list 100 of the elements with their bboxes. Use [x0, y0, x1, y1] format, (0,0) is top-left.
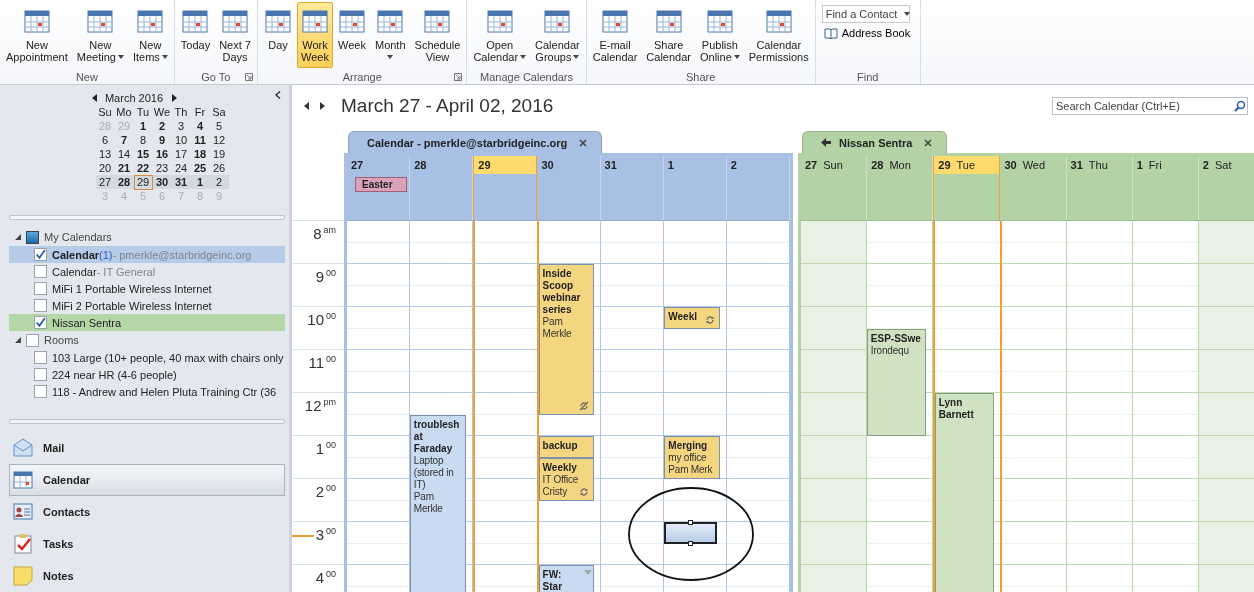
day-column[interactable]: Inside Scoop webinar series Pam Merkle backup Weekly IT Office Cristy FW: Star	[538, 221, 602, 592]
date-cell[interactable]: 15	[133, 147, 153, 161]
date-cell[interactable]: 18	[190, 147, 210, 161]
find-contact-field[interactable]: Find a Contact	[821, 5, 910, 23]
checkbox[interactable]	[34, 316, 47, 329]
calendar-name[interactable]: MiFi 1 Portable Wireless Internet	[52, 282, 212, 295]
ribbon-button[interactable]: New Meeting	[72, 2, 128, 68]
day-column[interactable]: troublesh at Faraday Laptop (stored in IT) Pam Merkle	[409, 221, 473, 592]
calendar-name[interactable]: 103 Large (10+ people, 40 max with chairs only	[52, 351, 284, 364]
calendar-name[interactable]: Nissan Sentra	[52, 316, 122, 329]
date-cell[interactable]: 27	[95, 175, 115, 189]
checkbox[interactable]	[34, 299, 47, 312]
appointment[interactable]: troublesh at Faraday Laptop (stored in IT) Pam Merkle	[409, 414, 466, 592]
ribbon-button[interactable]: Day	[259, 2, 296, 68]
nav-item[interactable]: Mail	[9, 432, 285, 464]
date-cell[interactable]: 17	[171, 147, 191, 161]
expand-icon[interactable]	[15, 234, 21, 240]
previous-month-icon[interactable]	[91, 94, 97, 102]
ribbon-button[interactable]: Publish Online	[696, 2, 744, 68]
date-cell[interactable]: 26	[209, 161, 229, 175]
calendar-item-highlight[interactable]: Nissan Sentra	[9, 314, 285, 331]
checkbox[interactable]	[34, 385, 47, 398]
date-cell[interactable]: 2	[152, 119, 172, 133]
calendar-name[interactable]: Calendar(1)- pmerkle@starbridgeinc.org	[52, 248, 252, 261]
calendar-tab[interactable]: Nissan Sentra	[802, 131, 948, 153]
date-cell[interactable]: 30	[152, 175, 172, 189]
ribbon-button[interactable]: Calendar Permissions	[744, 2, 813, 68]
launcher-icon[interactable]	[454, 73, 463, 81]
ribbon-button[interactable]: E-mail Calendar	[588, 2, 642, 68]
date-cell[interactable]: 12	[209, 133, 229, 147]
day-column[interactable]: Weekl Merging my office Pam Merk	[664, 221, 728, 592]
previous-week-icon[interactable]	[304, 101, 309, 110]
calendar-tab[interactable]: Calendar - pmerkle@starbridgeinc.org	[348, 131, 603, 153]
nav-item[interactable]: Calendar	[9, 464, 285, 496]
date-cell[interactable]: 7	[114, 133, 134, 147]
date-cell[interactable]: 16	[152, 147, 172, 161]
collapse-icon[interactable]	[275, 91, 281, 99]
date-cell[interactable]: 4	[190, 119, 210, 133]
ribbon-button[interactable]: Share Calendar	[642, 2, 695, 68]
folder-label[interactable]: Rooms	[44, 334, 79, 346]
date-cell[interactable]: 5	[209, 119, 229, 133]
date-cell[interactable]: 21	[114, 161, 134, 175]
launcher-icon[interactable]	[244, 73, 253, 81]
day-column[interactable]: ESP-SSwe Irondequ	[866, 221, 933, 592]
appointment[interactable]: Merging my office Pam Merk	[664, 436, 721, 479]
appointment[interactable]: Weekl	[664, 307, 721, 329]
date-cell[interactable]: 8	[133, 133, 153, 147]
ribbon-button[interactable]: Next 7 Days	[215, 2, 255, 68]
close-icon[interactable]	[924, 138, 933, 147]
date-cell[interactable]: 11	[190, 133, 210, 147]
appointment[interactable]: FW: Star	[538, 565, 595, 592]
day-column[interactable]: Lynn Barnett	[932, 221, 1002, 592]
date-cell[interactable]: 22	[133, 161, 153, 175]
date-cell[interactable]: 24	[171, 161, 191, 175]
expand-icon[interactable]	[15, 337, 21, 343]
date-cell[interactable]: 3	[171, 119, 191, 133]
ribbon-button[interactable]: Today	[176, 2, 215, 68]
nav-item[interactable]: Notes	[9, 560, 285, 592]
checkbox[interactable]	[34, 248, 47, 261]
folder-checkbox[interactable]	[26, 333, 39, 347]
date-cell[interactable]: 28	[114, 175, 134, 189]
date-cell[interactable]: 14	[114, 147, 134, 161]
date-cell[interactable]: 23	[152, 161, 172, 175]
calendar-name[interactable]: 224 near HR (4-6 people)	[52, 368, 177, 381]
date-cell[interactable]: 25	[190, 161, 210, 175]
appointment[interactable]: Weekly IT Office Cristy	[538, 457, 595, 501]
all-day-event[interactable]: Easter	[355, 177, 408, 192]
date-cell[interactable]: 13	[95, 147, 115, 161]
date-cell[interactable]: 19	[209, 147, 229, 161]
calendar-item-highlight[interactable]: Calendar(1)- pmerkle@starbridgeinc.org	[9, 246, 285, 263]
ribbon-button[interactable]: New Appointment	[2, 2, 72, 68]
ribbon-button[interactable]: Work Week	[296, 2, 333, 68]
time-slot-selection[interactable]	[664, 522, 718, 544]
date-cell[interactable]: 31	[171, 175, 191, 189]
checkbox[interactable]	[34, 265, 47, 278]
date-cell[interactable]: 1	[133, 119, 153, 133]
nav-item[interactable]: Contacts	[9, 496, 285, 528]
ribbon-button[interactable]: New Items	[128, 2, 172, 68]
close-icon[interactable]	[579, 138, 588, 147]
date-cell[interactable]: 20	[95, 161, 115, 175]
calendar-name[interactable]: MiFi 2 Portable Wireless Internet	[52, 299, 212, 312]
calendar-name[interactable]: Calendar- IT General	[52, 265, 156, 278]
ribbon-button[interactable]: Month	[370, 2, 410, 68]
ribbon-button[interactable]: Schedule View	[410, 2, 465, 68]
folder-checkbox[interactable]	[26, 230, 39, 244]
checkbox[interactable]	[34, 368, 47, 381]
caret-icon[interactable]	[903, 12, 910, 16]
appointment[interactable]: Lynn Barnett	[934, 393, 994, 592]
search-field[interactable]: Search Calendar (Ctrl+E)	[1052, 96, 1248, 115]
address-book-button[interactable]: Address Book	[821, 27, 914, 39]
ribbon-button[interactable]: Calendar Groups	[531, 2, 584, 68]
date-cell[interactable]: 29	[133, 174, 153, 190]
folder-label[interactable]: My Calendars	[44, 231, 112, 243]
appointment[interactable]: backup	[538, 436, 595, 458]
checkbox[interactable]	[34, 282, 47, 295]
appointment[interactable]: ESP-SSwe Irondequ	[866, 328, 926, 436]
date-cell[interactable]: 9	[152, 133, 172, 147]
ribbon-button[interactable]: Open Calendar	[469, 2, 531, 68]
search-icon[interactable]	[1234, 99, 1246, 112]
date-cell[interactable]: 10	[171, 133, 191, 147]
